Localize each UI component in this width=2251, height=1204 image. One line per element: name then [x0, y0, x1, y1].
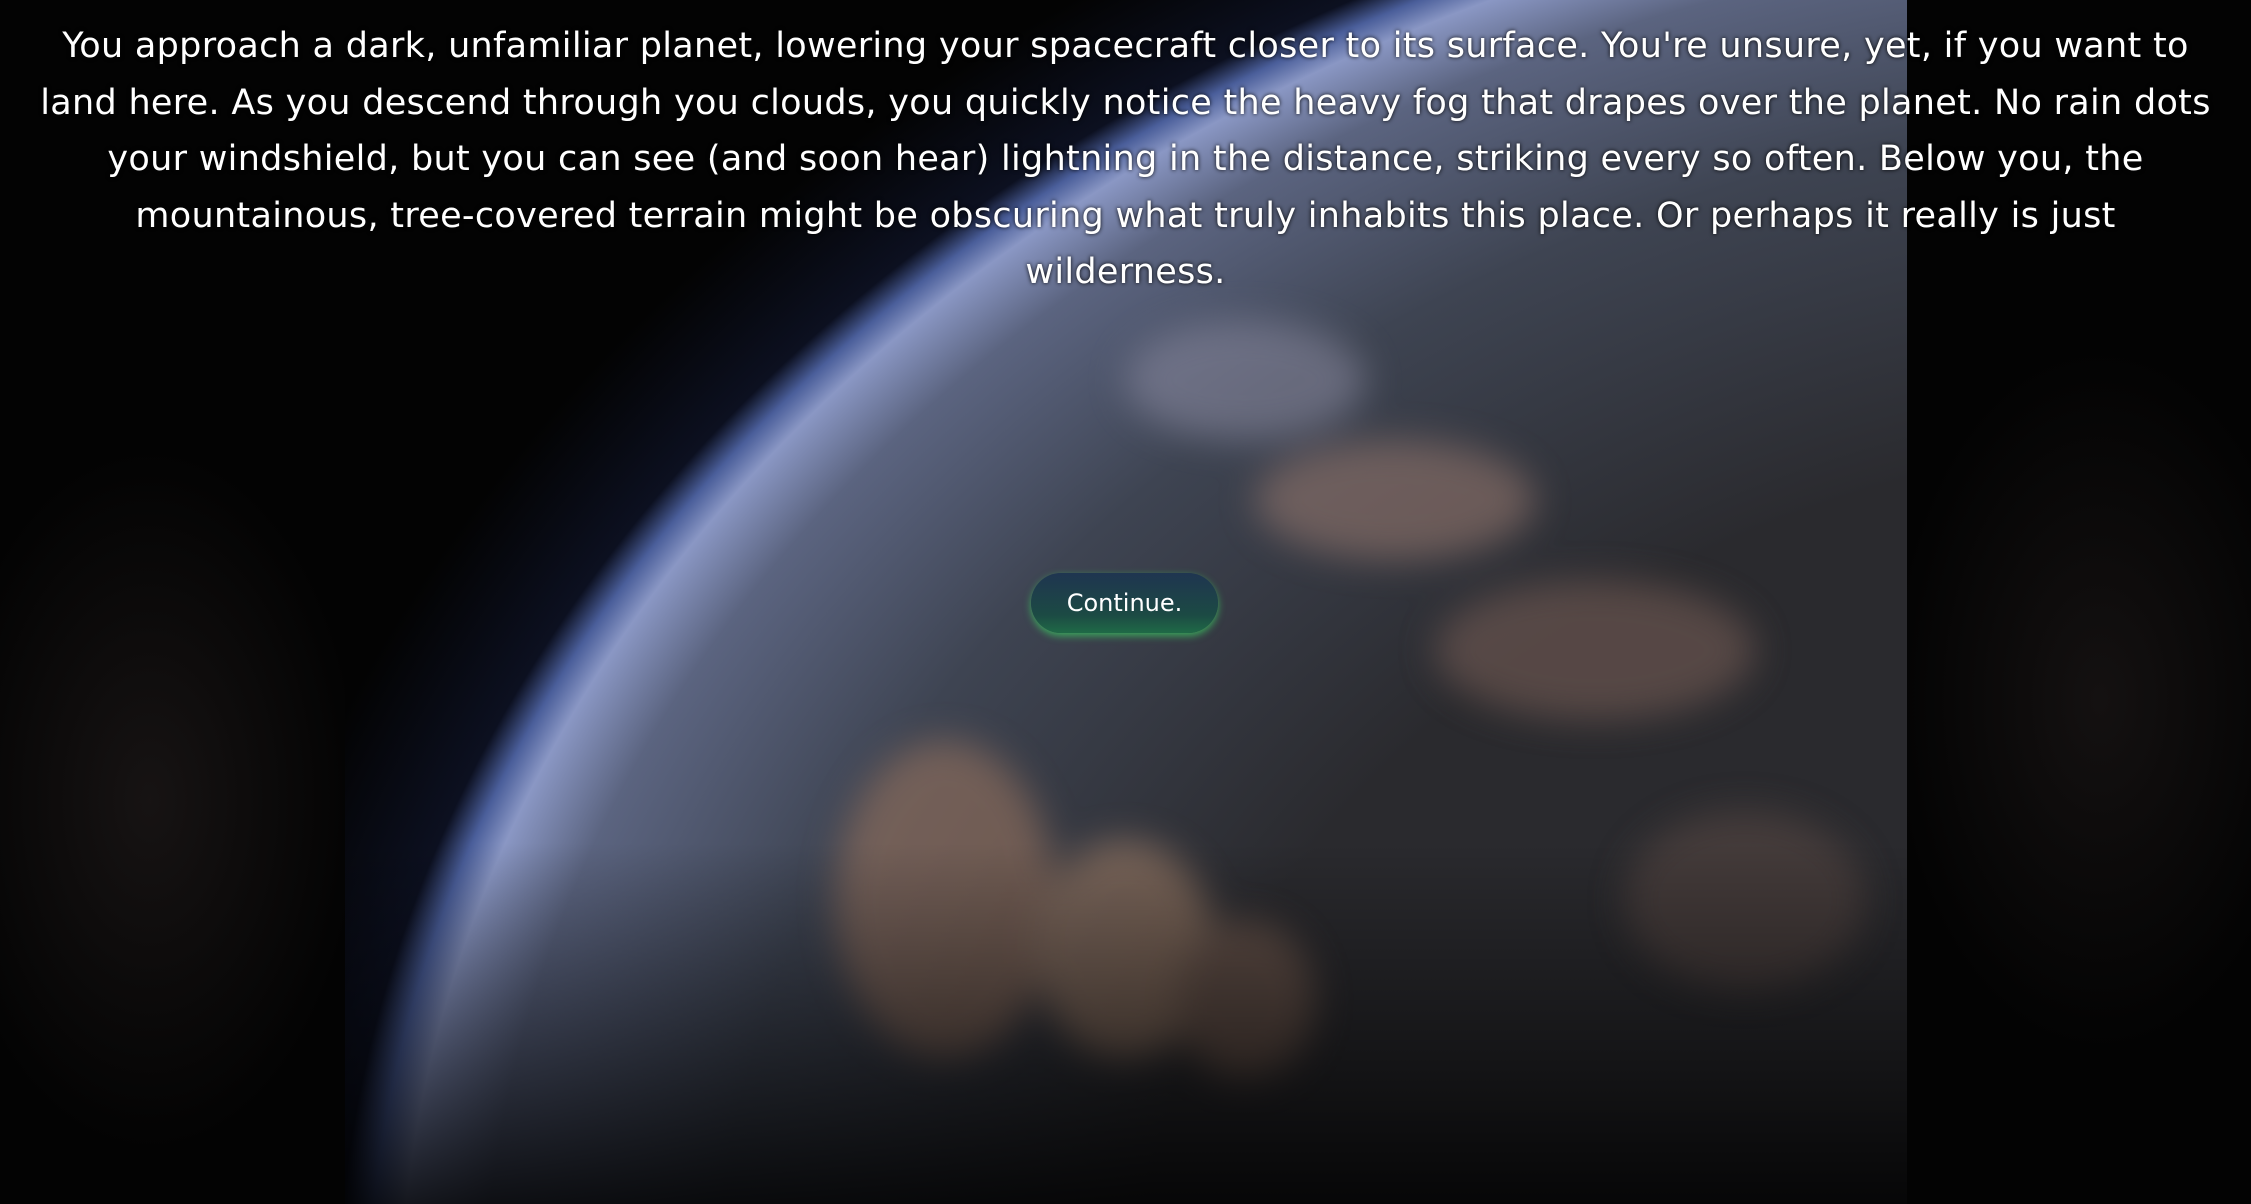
continue-button[interactable]: Continue.	[1031, 573, 1218, 633]
story-text: You approach a dark, unfamiliar planet, …	[40, 26, 2211, 292]
